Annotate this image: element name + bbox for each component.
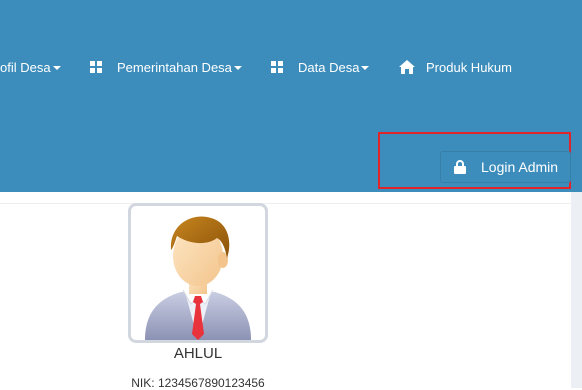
content-divider — [0, 203, 571, 204]
login-admin-label: Login Admin — [481, 159, 559, 175]
profile-name: AHLUL — [173, 345, 223, 362]
nav-item-profil-desa[interactable]: ofil Desa — [0, 57, 61, 77]
grid-icon — [271, 61, 283, 73]
caret-down-icon — [52, 66, 61, 70]
avatar — [128, 203, 268, 343]
caret-down-icon — [361, 66, 370, 70]
nav-item-label: Data Desa — [298, 59, 360, 75]
nav-item-data-desa[interactable]: Data Desa — [271, 57, 370, 77]
login-admin-button[interactable]: Login Admin — [440, 151, 571, 183]
caret-down-icon — [233, 66, 242, 70]
nav-item-label: ofil Desa — [0, 59, 51, 75]
nav-item-pemerintahan-desa[interactable]: Pemerintahan Desa — [90, 57, 242, 77]
nav-item-label: Pemerintahan Desa — [117, 59, 232, 75]
nav-item-produk-hukum[interactable]: Produk Hukum — [399, 57, 512, 77]
scrollbar-track[interactable] — [571, 192, 582, 388]
grid-icon — [90, 61, 102, 73]
lock-icon — [454, 160, 466, 174]
top-navbar: ofil Desa Pemerintahan Desa Data Desa Pr… — [0, 0, 582, 192]
user-avatar-icon — [145, 216, 251, 340]
nav-item-label: Produk Hukum — [426, 59, 512, 75]
home-icon — [399, 60, 415, 74]
